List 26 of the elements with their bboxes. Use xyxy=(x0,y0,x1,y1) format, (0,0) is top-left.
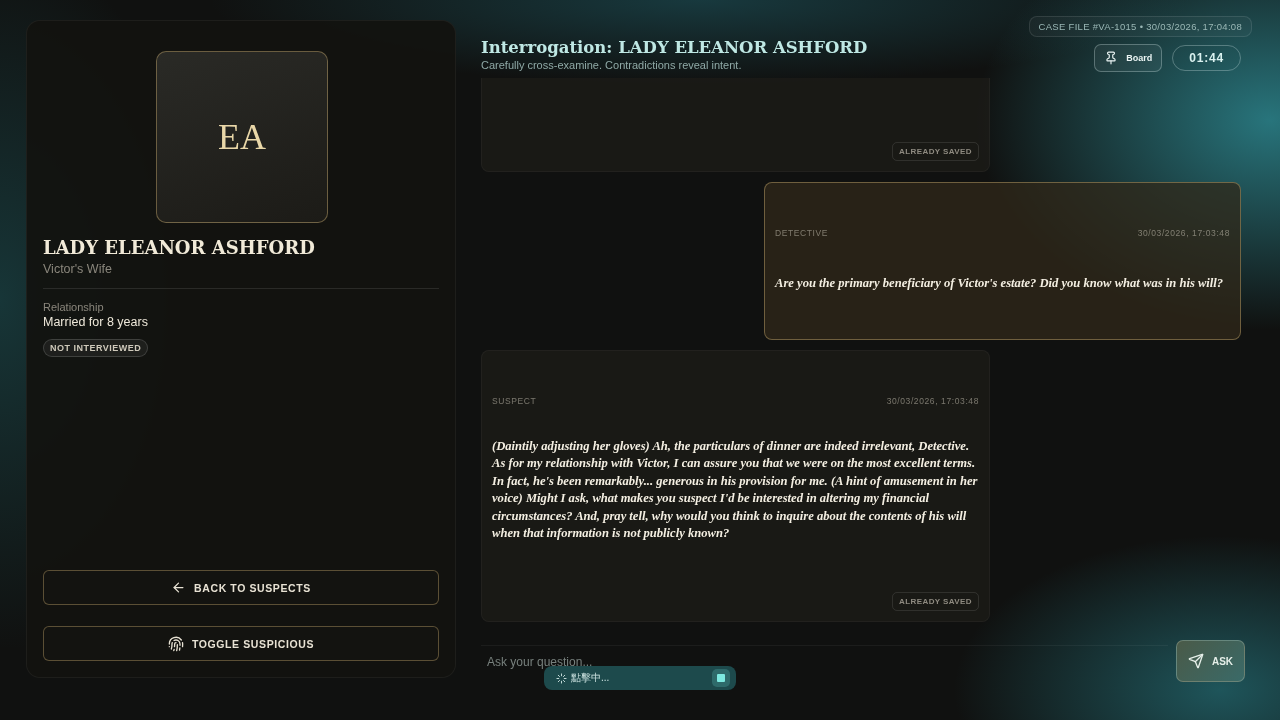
saved-badge: ALREADY SAVED xyxy=(892,142,979,161)
message-text: (Daintily adjusting her gloves) Ah, the particulars of dinner are indeed irrelevant, Detective. As for my relationship with Victor, I can assure you that we were on the most excellent terms. In fact, he's been remarkably... generous in his provision for me. (A hint of amusement in her voice) Might I ask, what makes you suspect I'd be interested in altering my financial circumstances? And, pray tell, why would you think to inquire about the contents of his will when that information is not publicly known? xyxy=(492,437,979,543)
fingerprint-icon xyxy=(168,635,184,652)
message-time: 30/03/2026, 17:03:48 xyxy=(1137,228,1230,238)
page-subtitle: Carefully cross-examine. Contradictions reveal intent. xyxy=(481,59,743,71)
status-badge: NOT INTERVIEWED xyxy=(43,339,149,357)
suspect-role: Victor's Wife xyxy=(43,262,439,289)
sender-label: DETECTIVE xyxy=(775,228,829,238)
message-time: 30/03/2026, 17:03:48 xyxy=(886,396,979,406)
suspect-avatar: EA xyxy=(156,51,328,223)
stop-button[interactable] xyxy=(712,669,730,687)
pin-icon xyxy=(1104,51,1119,65)
relationship-value: Married for 8 years xyxy=(43,315,149,329)
suspect-name: LADY ELEANOR ASHFORD xyxy=(43,237,316,258)
message-text: Are you the primary beneficiary of Victor's estate? Did you know what was in his will? xyxy=(775,274,1225,292)
relationship-label: Relationship xyxy=(43,301,105,313)
back-button[interactable]: BACK TO SUSPECTS xyxy=(43,570,439,605)
sender-label: SUSPECT xyxy=(492,396,537,406)
spinner-icon xyxy=(556,672,567,684)
board-button[interactable]: Board xyxy=(1094,44,1163,72)
ask-button[interactable]: ASK xyxy=(1176,640,1245,682)
saved-badge: ALREADY SAVED xyxy=(892,591,979,611)
page-title: Interrogation: LADY ELEANOR ASHFORD xyxy=(481,38,868,57)
send-icon xyxy=(1187,653,1204,669)
toggle-suspicious-button[interactable]: TOGGLE SUSPICIOUS xyxy=(43,626,439,661)
case-file-label: CASE FILE #VA-1015 • 30/03/2026, 17:04:08 xyxy=(1028,16,1252,37)
